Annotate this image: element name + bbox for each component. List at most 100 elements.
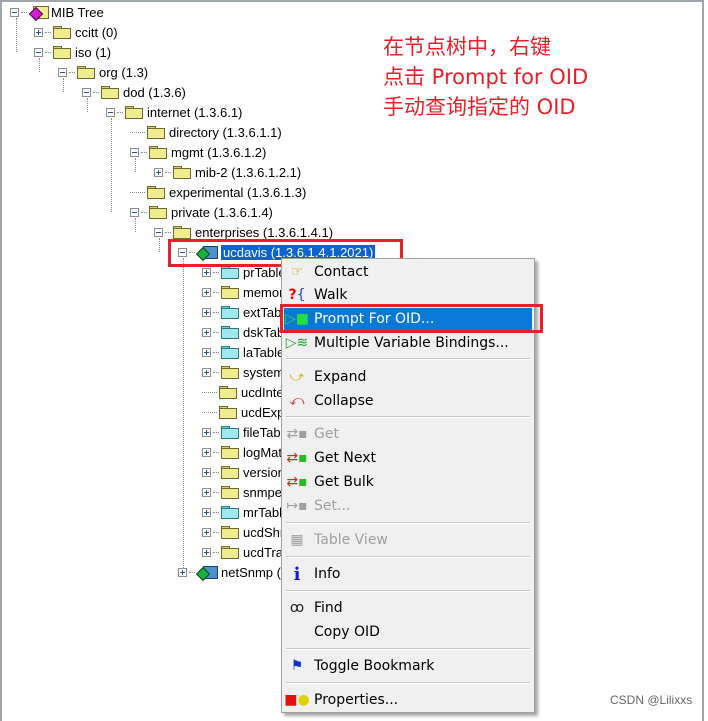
tree-node-dod[interactable]: dod (1.3.6): [82, 82, 186, 102]
get-icon: ⇄▪: [286, 426, 308, 442]
expand-toggle[interactable]: [178, 567, 187, 577]
folder-icon: [221, 485, 239, 499]
tree-dash: [130, 191, 145, 193]
hand-pointer-icon: ☞: [290, 264, 304, 280]
menu-separator: [286, 556, 530, 558]
node-label: dod (1.3.6): [123, 84, 186, 100]
collapse-toggle[interactable]: [10, 7, 19, 17]
tree-node-child[interactable]: laTable: [202, 342, 284, 362]
expand-toggle[interactable]: [202, 527, 211, 537]
tree-node-child[interactable]: mrTable: [202, 502, 289, 522]
expand-toggle[interactable]: [202, 487, 211, 497]
expand-toggle[interactable]: [202, 287, 211, 297]
collapse-toggle[interactable]: [106, 107, 115, 117]
properties-icon: ■ ●: [284, 692, 310, 708]
collapse-toggle[interactable]: [58, 67, 67, 77]
menu-item-info[interactable]: i Info: [284, 563, 532, 585]
folder-icon: [221, 365, 239, 379]
collapse-icon: ⤺: [289, 393, 305, 409]
tree-dash: [189, 571, 195, 573]
collapse-toggle[interactable]: [130, 207, 139, 217]
expand-toggle[interactable]: [202, 547, 211, 557]
tree-dash: [213, 491, 219, 493]
tree-node-ccitt[interactable]: ccitt (0): [34, 22, 118, 42]
menu-item-expand[interactable]: ⤻ Expand: [284, 366, 532, 388]
node-label: mib-2 (1.3.6.1.2.1): [195, 164, 302, 180]
tree-dash: [213, 291, 219, 293]
menu-item-label: Contact: [314, 264, 369, 280]
tree-node-org[interactable]: org (1.3): [58, 62, 148, 82]
menu-item-label: Find: [314, 600, 343, 616]
menu-item-multiple-variable-bindings[interactable]: ▷≋ Multiple Variable Bindings...: [284, 332, 532, 354]
binoculars-icon: ꝏ: [289, 600, 305, 616]
tree-node-iso[interactable]: iso (1): [34, 42, 111, 62]
expand-toggle[interactable]: [202, 367, 211, 377]
menu-item-properties[interactable]: ■ ● Properties...: [284, 689, 532, 711]
collapse-toggle[interactable]: [82, 87, 91, 97]
expand-toggle[interactable]: [154, 167, 163, 177]
tree-dash: [141, 151, 147, 153]
tree-node-child[interactable]: version: [202, 462, 285, 482]
menu-item-get[interactable]: ⇄▪ Get: [284, 423, 532, 445]
tree-dash: [45, 31, 51, 33]
node-label: org (1.3): [99, 64, 149, 80]
expand-toggle[interactable]: [202, 327, 211, 337]
folder-icon: [221, 545, 239, 559]
folder-icon: [147, 185, 165, 199]
expand-toggle[interactable]: [34, 27, 43, 37]
table-folder-icon: [221, 325, 239, 339]
folder-icon: [221, 525, 239, 539]
menu-item-get-next[interactable]: ⇄ ▪ Get Next: [284, 447, 532, 469]
menu-item-set[interactable]: ↦▪ Set...: [284, 495, 532, 517]
expand-toggle[interactable]: [202, 347, 211, 357]
collapse-toggle[interactable]: [154, 227, 163, 237]
tree-node-child[interactable]: extTable: [202, 302, 291, 322]
tree-dash: [69, 71, 75, 73]
expand-toggle[interactable]: [202, 467, 211, 477]
collapse-toggle[interactable]: [130, 147, 139, 157]
menu-item-contact[interactable]: ☞ Contact: [284, 261, 532, 283]
tree-node-mgmt[interactable]: mgmt (1.3.6.1.2): [130, 142, 266, 162]
collapse-toggle[interactable]: [34, 47, 43, 57]
menu-item-collapse[interactable]: ⤺ Collapse: [284, 390, 532, 412]
tree-node-root[interactable]: MIB Tree: [10, 2, 104, 22]
folder-icon: [77, 65, 95, 79]
table-folder-icon: [221, 305, 239, 319]
tree-dash: [93, 91, 99, 93]
menu-item-find[interactable]: ꝏ Find: [284, 597, 532, 619]
tree-node-internet[interactable]: internet (1.3.6.1): [106, 102, 242, 122]
tree-node-directory[interactable]: directory (1.3.6.1.1): [130, 122, 282, 142]
folder-icon: [149, 205, 167, 219]
menu-item-label: Get: [314, 426, 339, 442]
expand-toggle[interactable]: [202, 427, 211, 437]
menu-item-toggle-bookmark[interactable]: ⚑ Toggle Bookmark: [284, 655, 532, 677]
menu-item-label: Expand: [314, 369, 367, 385]
tree-dash: [213, 471, 219, 473]
menu-separator: [286, 648, 530, 650]
menu-item-label: Get Next: [314, 450, 377, 466]
tree-node-child[interactable]: memory: [202, 282, 290, 302]
menu-item-table-view[interactable]: ▦ Table View: [284, 529, 532, 551]
expand-toggle[interactable]: [202, 447, 211, 457]
node-label: private (1.3.6.1.4): [171, 204, 273, 220]
annotation-text: 在节点树中，右键 点击 Prompt for OID 手动查询指定的 OID: [383, 32, 588, 122]
menu-item-walk[interactable]: ?{Walk: [284, 284, 532, 306]
node-label: mgmt (1.3.6.1.2): [171, 144, 267, 160]
node-label: ccitt (0): [75, 24, 118, 40]
tree-node-private[interactable]: private (1.3.6.1.4): [130, 202, 273, 222]
bookmark-flag-icon: ⚑: [290, 658, 304, 674]
tree-dash: [21, 11, 27, 13]
tree-dash: [213, 331, 219, 333]
expand-toggle[interactable]: [202, 267, 211, 277]
tree-node-experimental[interactable]: experimental (1.3.6.1.3): [130, 182, 306, 202]
menu-item-copy-oid[interactable]: Copy OID: [284, 621, 532, 643]
annotation-line: 在节点树中，右键: [383, 35, 551, 59]
expand-toggle[interactable]: [202, 307, 211, 317]
expand-toggle[interactable]: [202, 507, 211, 517]
tree-node-mib-2[interactable]: mib-2 (1.3.6.1.2.1): [154, 162, 301, 182]
menu-item-get-bulk[interactable]: ⇄ ▪ Get Bulk: [284, 471, 532, 493]
menu-item-label: Walk: [314, 287, 348, 303]
info-icon: i: [293, 563, 301, 585]
table-folder-icon: [221, 505, 239, 519]
tree-node-child[interactable]: fileTable: [202, 422, 291, 442]
